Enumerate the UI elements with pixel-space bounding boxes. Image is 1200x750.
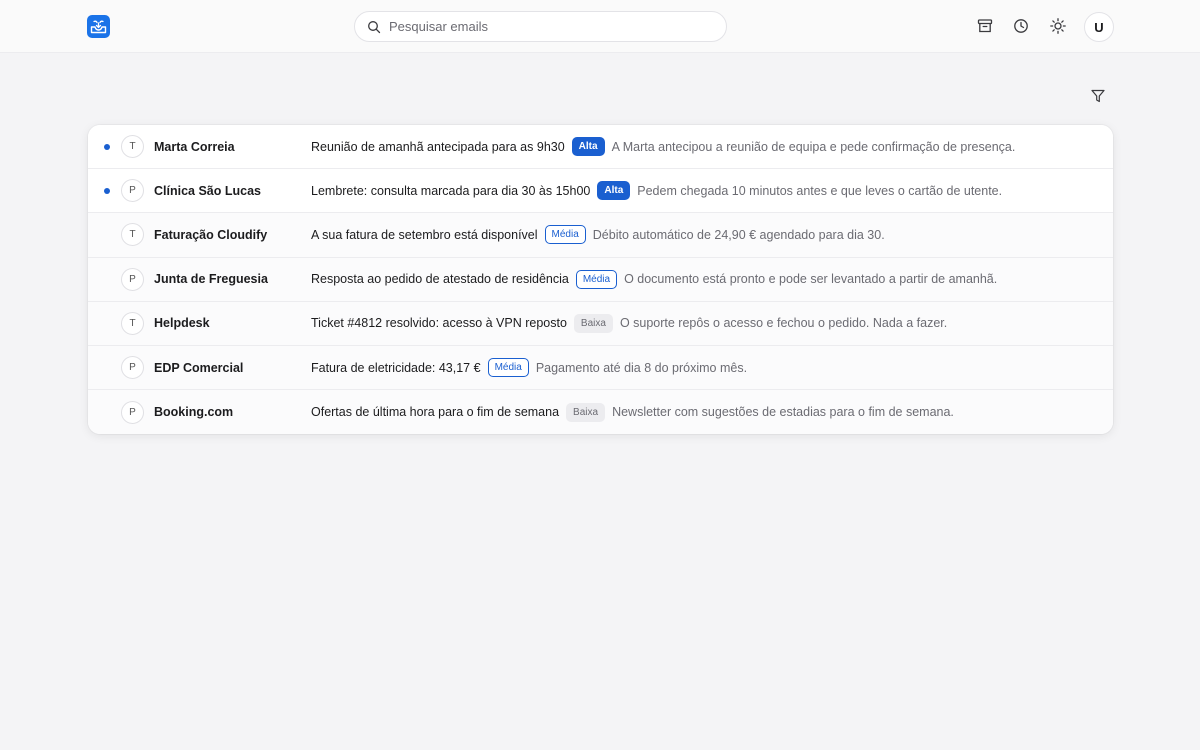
priority-badge: Alta [571, 137, 605, 157]
email-preview: O suporte repôs o acesso e fechou o pedi… [619, 316, 948, 331]
inbox-logo-icon[interactable] [87, 15, 110, 38]
email-subject: Resposta ao pedido de atestado de residê… [311, 272, 569, 287]
email-row[interactable]: P Clínica São Lucas Lembrete: consulta mar… [88, 169, 1113, 214]
sender-name: Marta Correia [154, 139, 235, 154]
email-content: Resposta ao pedido de atestado de residê… [311, 269, 1097, 289]
email-content: Reunião de amanhã antecipada para as 9h3… [311, 137, 1097, 157]
email-subject: Lembrete: consulta marcada para dia 30 à… [311, 183, 591, 198]
email-subject: A sua fatura de setembro está disponível [311, 227, 538, 242]
sender-initial: P [121, 179, 144, 203]
sender-name: Junta de Freguesia [154, 272, 268, 287]
email-row[interactable]: T Marta Correia Reunião de amanhã antecipa… [88, 125, 1113, 170]
email-content: Ticket #4812 resolvido: acesso à VPN rep… [311, 313, 1097, 333]
email-row[interactable]: P EDP Comercial Fatura de eletricidade: 43… [88, 345, 1113, 391]
email-preview: Pagamento até dia 8 do próximo mês. [535, 360, 748, 375]
sender-initial: P [121, 356, 144, 380]
email-row[interactable]: T Helpdesk Ticket #4812 resolvido: acesso … [88, 301, 1113, 346]
email-preview: Pedem chegada 10 minutos antes e que lev… [637, 183, 1003, 198]
filter-icon[interactable] [1090, 88, 1106, 104]
sender-name: Booking.com [154, 405, 234, 420]
priority-badge: Alta [597, 181, 631, 201]
email-preview: O documento está pronto e pode ser levan… [624, 272, 998, 287]
email-preview: Débito automático de 24,90 € agendado pa… [592, 227, 885, 242]
priority-badge: Média [487, 358, 529, 378]
priority-badge: Baixa [573, 313, 613, 333]
email-preview: Newsletter com sugestões de estadias par… [612, 405, 954, 420]
priority-badge: Baixa [566, 402, 606, 422]
archive-icon[interactable] [976, 17, 994, 35]
sender-initial: T [121, 135, 144, 159]
sender-name: Helpdesk [154, 316, 210, 331]
clock-icon[interactable] [1012, 17, 1030, 35]
sender-initial: P [121, 400, 144, 424]
sender-name: EDP Comercial [154, 360, 244, 375]
unread-dot [104, 187, 110, 194]
top-bar: U [0, 0, 1200, 53]
user-avatar[interactable]: U [1084, 12, 1114, 42]
email-subject: Ofertas de última hora para o fim de sem… [311, 405, 560, 420]
email-subject: Fatura de eletricidade: 43,17 € [311, 360, 481, 375]
email-preview: A Marta antecipou a reunião de equipa e … [611, 139, 1016, 154]
email-content: Lembrete: consulta marcada para dia 30 à… [311, 181, 1097, 201]
unread-dot [104, 143, 110, 150]
email-subject: Ticket #4812 resolvido: acesso à VPN rep… [311, 316, 567, 331]
email-row[interactable]: P Booking.com Ofertas de última hora para … [88, 390, 1113, 434]
sender-name: Faturação Cloudify [154, 227, 268, 242]
email-row[interactable]: T Faturação Cloudify A sua fatura de setem… [88, 213, 1113, 258]
sender-initial: T [121, 311, 144, 335]
sender-initial: P [121, 267, 144, 291]
sender-name: Clínica São Lucas [154, 183, 261, 198]
email-row[interactable]: P Junta de Freguesia Resposta ao pedido de… [88, 257, 1113, 302]
priority-badge: Média [575, 269, 618, 289]
email-list: T Marta Correia Reunião de amanhã antecipa… [88, 125, 1113, 434]
email-content: A sua fatura de setembro está disponível… [311, 225, 1097, 245]
email-content: Ofertas de última hora para o fim de sem… [311, 402, 1097, 422]
search-input[interactable] [389, 19, 709, 34]
email-subject: Reunião de amanhã antecipada para as 9h3… [311, 139, 565, 154]
sun-icon[interactable] [1049, 17, 1067, 35]
avatar-initial: U [1094, 19, 1104, 35]
sender-initial: T [121, 223, 144, 247]
email-content: Fatura de eletricidade: 43,17 € Média Paga… [311, 358, 1097, 378]
search-bar[interactable] [354, 11, 727, 42]
search-icon [367, 20, 381, 34]
priority-badge: Média [544, 225, 586, 245]
